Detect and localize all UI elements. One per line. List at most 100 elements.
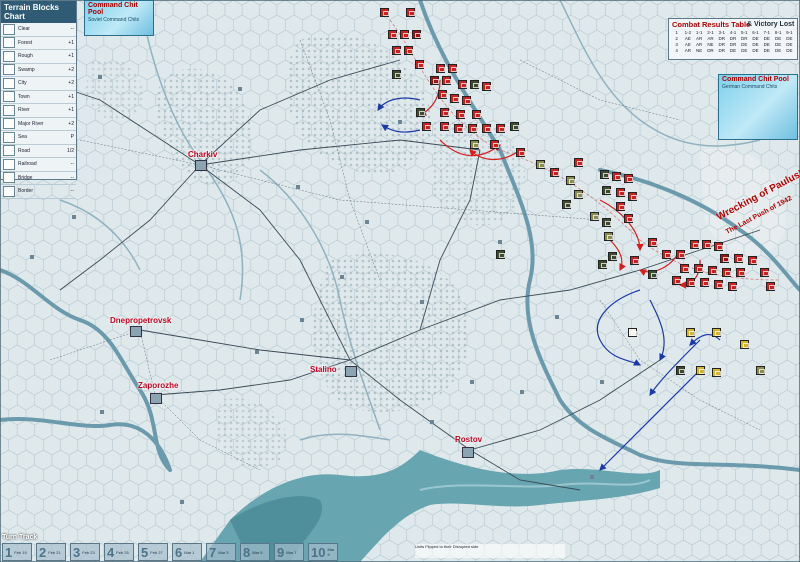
city-marker-dnepropetrovsk[interactable] [130, 326, 142, 337]
soviet-unit-counter[interactable] [722, 268, 731, 277]
axis-unit-counter[interactable] [602, 186, 611, 195]
turn-box-8[interactable]: 8 Mar 5 [240, 543, 270, 561]
axis-unit-counter[interactable] [470, 140, 479, 149]
soviet-unit-counter[interactable] [462, 96, 471, 105]
soviet-unit-counter[interactable] [702, 240, 711, 249]
axis-unit-counter[interactable] [600, 170, 609, 179]
soviet-unit-counter[interactable] [412, 30, 421, 39]
soviet-unit-counter[interactable] [442, 76, 451, 85]
soviet-unit-counter[interactable] [694, 264, 703, 273]
soviet-unit-counter[interactable] [628, 192, 637, 201]
axis-unit-counter[interactable] [712, 368, 721, 377]
axis-unit-counter[interactable] [740, 340, 749, 349]
soviet-unit-counter[interactable] [736, 268, 745, 277]
soviet-unit-counter[interactable] [380, 8, 389, 17]
axis-unit-counter[interactable] [604, 232, 613, 241]
turn-box-7[interactable]: 7 Mar 3 [206, 543, 236, 561]
soviet-unit-counter[interactable] [760, 268, 769, 277]
soviet-unit-counter[interactable] [440, 122, 449, 131]
turn-box-1[interactable]: 1 Feb 19 [2, 543, 32, 561]
soviet-unit-counter[interactable] [482, 82, 491, 91]
soviet-unit-counter[interactable] [700, 278, 709, 287]
soviet-unit-counter[interactable] [574, 158, 583, 167]
soviet-unit-counter[interactable] [672, 276, 681, 285]
soviet-unit-counter[interactable] [612, 172, 621, 181]
soviet-unit-counter[interactable] [458, 80, 467, 89]
soviet-unit-counter[interactable] [766, 282, 775, 291]
axis-unit-counter[interactable] [628, 328, 637, 337]
soviet-unit-counter[interactable] [676, 250, 685, 259]
axis-unit-counter[interactable] [608, 252, 617, 261]
soviet-unit-counter[interactable] [490, 140, 499, 149]
soviet-unit-counter[interactable] [714, 280, 723, 289]
turn-box-4[interactable]: 4 Feb 25 [104, 543, 134, 561]
soviet-unit-counter[interactable] [392, 46, 401, 55]
soviet-unit-counter[interactable] [662, 250, 671, 259]
soviet-unit-counter[interactable] [690, 240, 699, 249]
soviet-unit-counter[interactable] [616, 202, 625, 211]
soviet-unit-counter[interactable] [748, 256, 757, 265]
german-command-chit-pool[interactable]: Command Chit Pool German Command Chits [718, 74, 798, 140]
turn-box-3[interactable]: 3 Feb 23 [70, 543, 100, 561]
soviet-unit-counter[interactable] [714, 242, 723, 251]
soviet-unit-counter[interactable] [406, 8, 415, 17]
soviet-unit-counter[interactable] [415, 60, 424, 69]
soviet-unit-counter[interactable] [468, 124, 477, 133]
soviet-unit-counter[interactable] [708, 266, 717, 275]
turn-box-2[interactable]: 2 Feb 21 [36, 543, 66, 561]
soviet-unit-counter[interactable] [550, 168, 559, 177]
turn-box-10[interactable]: 10 Mar 9 [308, 543, 338, 561]
soviet-unit-counter[interactable] [430, 76, 439, 85]
soviet-unit-counter[interactable] [482, 124, 491, 133]
axis-unit-counter[interactable] [648, 270, 657, 279]
axis-unit-counter[interactable] [562, 200, 571, 209]
axis-unit-counter[interactable] [756, 366, 765, 375]
soviet-unit-counter[interactable] [440, 108, 449, 117]
axis-unit-counter[interactable] [416, 108, 425, 117]
axis-unit-counter[interactable] [470, 80, 479, 89]
axis-unit-counter[interactable] [566, 176, 575, 185]
city-marker-charkiv[interactable] [195, 160, 207, 171]
soviet-unit-counter[interactable] [648, 238, 657, 247]
axis-unit-counter[interactable] [536, 160, 545, 169]
soviet-unit-counter[interactable] [686, 278, 695, 287]
soviet-unit-counter[interactable] [516, 148, 525, 157]
city-marker-stalino[interactable] [345, 366, 357, 377]
soviet-unit-counter[interactable] [436, 64, 445, 73]
axis-unit-counter[interactable] [510, 122, 519, 131]
turn-box-6[interactable]: 6 Mar 1 [172, 543, 202, 561]
axis-unit-counter[interactable] [590, 212, 599, 221]
soviet-unit-counter[interactable] [496, 124, 505, 133]
city-marker-zaporozhe[interactable] [150, 393, 162, 404]
axis-unit-counter[interactable] [598, 260, 607, 269]
soviet-unit-counter[interactable] [456, 110, 465, 119]
city-marker-rostov[interactable] [462, 447, 474, 458]
soviet-unit-counter[interactable] [728, 282, 737, 291]
axis-unit-counter[interactable] [392, 70, 401, 79]
soviet-unit-counter[interactable] [720, 254, 729, 263]
soviet-unit-counter[interactable] [438, 90, 447, 99]
soviet-unit-counter[interactable] [734, 254, 743, 263]
axis-unit-counter[interactable] [574, 190, 583, 199]
axis-unit-counter[interactable] [496, 250, 505, 259]
axis-unit-counter[interactable] [602, 218, 611, 227]
axis-unit-counter[interactable] [676, 366, 685, 375]
soviet-unit-counter[interactable] [472, 110, 481, 119]
soviet-unit-counter[interactable] [400, 30, 409, 39]
soviet-command-chit-pool[interactable]: Command Chit Pool Soviet Command Chits [84, 0, 154, 36]
soviet-unit-counter[interactable] [422, 122, 431, 131]
soviet-unit-counter[interactable] [454, 124, 463, 133]
axis-unit-counter[interactable] [686, 328, 695, 337]
axis-unit-counter[interactable] [712, 328, 721, 337]
turn-box-9[interactable]: 9 Mar 7 [274, 543, 304, 561]
soviet-unit-counter[interactable] [388, 30, 397, 39]
soviet-unit-counter[interactable] [624, 214, 633, 223]
soviet-unit-counter[interactable] [450, 94, 459, 103]
soviet-unit-counter[interactable] [630, 256, 639, 265]
soviet-unit-counter[interactable] [680, 264, 689, 273]
soviet-unit-counter[interactable] [448, 64, 457, 73]
soviet-unit-counter[interactable] [624, 174, 633, 183]
axis-unit-counter[interactable] [696, 366, 705, 375]
soviet-unit-counter[interactable] [404, 46, 413, 55]
soviet-unit-counter[interactable] [616, 188, 625, 197]
